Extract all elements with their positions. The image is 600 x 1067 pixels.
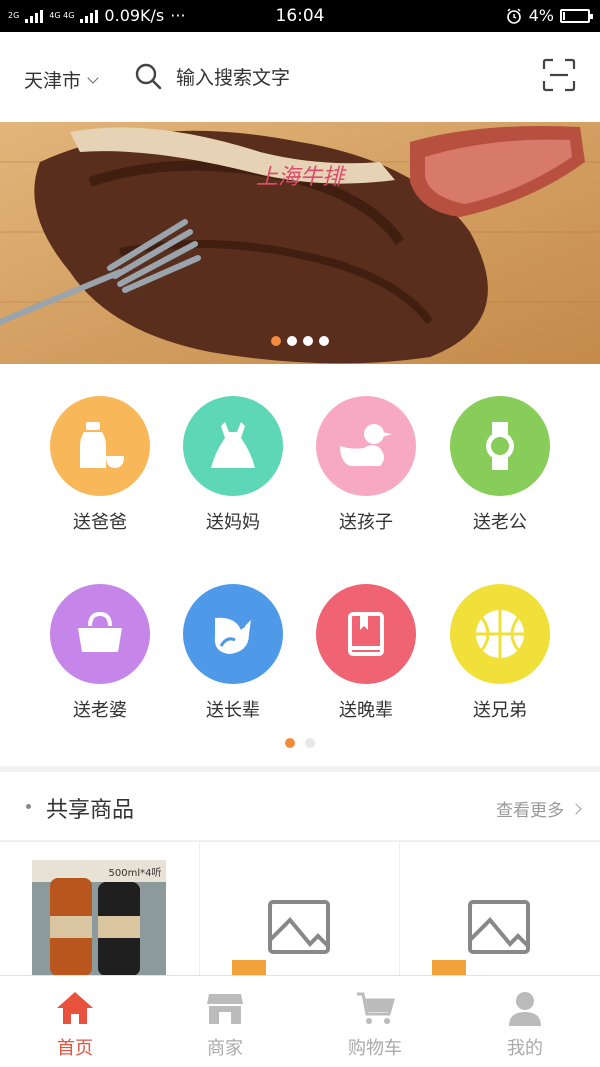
bottle-icon	[80, 422, 124, 468]
category-circle	[183, 396, 283, 496]
nav-label: 商家	[207, 1038, 243, 1059]
category-kid[interactable]: 送孩子	[299, 396, 433, 534]
view-more-label: 查看更多	[496, 801, 564, 821]
promo-banner[interactable]: 上海牛排	[0, 122, 600, 364]
category-brother[interactable]: 送兄弟	[433, 584, 567, 722]
category-page-dot[interactable]	[305, 738, 315, 748]
nav-shop[interactable]: 商家	[150, 976, 300, 1067]
nav-label: 首页	[57, 1038, 93, 1059]
nav-mine[interactable]: 我的	[450, 976, 600, 1067]
watch-icon	[486, 422, 514, 470]
category-label: 送孩子	[339, 512, 393, 533]
city-name: 天津市	[24, 70, 82, 92]
status-right: 4%	[505, 6, 593, 25]
product-card[interactable]: 500ml*4听	[0, 842, 200, 976]
category-label: 送晚辈	[339, 700, 393, 721]
chevron-down-icon	[87, 71, 99, 84]
product-tag	[432, 960, 466, 976]
category-circle	[316, 396, 416, 496]
category-circle	[50, 584, 150, 684]
banner-image: 上海牛排	[0, 122, 600, 364]
product-pack-label: 500ml*4听	[109, 867, 162, 879]
dress-icon	[211, 422, 255, 468]
home-icon	[57, 992, 93, 1024]
battery-percent: 4%	[528, 6, 554, 25]
category-grid: 送爸爸 送妈妈 送孩子 送老公 送老婆 送长辈 送晚辈 送兄弟	[0, 364, 600, 766]
user-icon	[509, 992, 541, 1026]
cart-icon	[357, 992, 395, 1024]
bird-icon	[214, 617, 251, 654]
city-selector[interactable]: 天津市	[24, 66, 99, 93]
section-title: 共享商品	[46, 798, 135, 823]
product-card[interactable]	[200, 842, 400, 976]
category-elder[interactable]: 送长辈	[166, 584, 300, 722]
top-header: 天津市 输入搜索文字	[0, 32, 600, 122]
nav-cart[interactable]: 购物车	[300, 976, 450, 1067]
bottom-nav: 首页 商家 购物车 我的	[0, 975, 600, 1067]
section-bullet	[26, 804, 31, 809]
nav-label: 我的	[507, 1038, 543, 1059]
category-pagination	[0, 738, 600, 748]
category-circle	[316, 584, 416, 684]
category-label: 送老婆	[73, 700, 127, 721]
category-label: 送妈妈	[206, 512, 260, 533]
category-page-dot[interactable]	[285, 738, 295, 748]
view-more-link[interactable]: 查看更多	[496, 796, 582, 821]
banner-dot[interactable]	[271, 336, 281, 346]
product-image: 500ml*4听	[32, 860, 166, 976]
nav-label: 购物车	[348, 1038, 402, 1059]
category-wife[interactable]: 送老婆	[33, 584, 167, 722]
category-label: 送老公	[473, 512, 527, 533]
book-icon	[348, 612, 384, 656]
shop-icon	[207, 994, 243, 1024]
banner-pagination	[0, 336, 600, 346]
banner-logo-text: 上海牛排	[256, 165, 347, 190]
search-bar[interactable]: 输入搜索文字	[134, 62, 290, 90]
product-tag	[232, 960, 266, 976]
basketball-icon	[476, 610, 524, 658]
alarm-icon	[506, 7, 521, 24]
duck-icon	[340, 424, 392, 466]
category-circle	[450, 396, 550, 496]
category-label: 送兄弟	[473, 700, 527, 721]
category-husband[interactable]: 送老公	[433, 396, 567, 534]
banner-dot[interactable]	[303, 336, 313, 346]
chevron-right-icon	[570, 802, 582, 815]
nav-home[interactable]: 首页	[0, 976, 150, 1067]
scan-icon[interactable]	[542, 58, 576, 92]
shared-goods-header: 共享商品 查看更多	[0, 772, 600, 840]
category-junior[interactable]: 送晚辈	[299, 584, 433, 722]
search-input[interactable]: 输入搜索文字	[176, 63, 290, 90]
category-label: 送长辈	[206, 700, 260, 721]
status-bar: 2G 4G 4G 0.09K/s ··· 16:04 4%	[0, 0, 600, 32]
category-circle	[183, 584, 283, 684]
category-dad[interactable]: 送爸爸	[33, 396, 167, 534]
banner-dot[interactable]	[287, 336, 297, 346]
category-label: 送爸爸	[73, 512, 127, 533]
image-placeholder-icon	[268, 900, 330, 954]
category-mom[interactable]: 送妈妈	[166, 396, 300, 534]
image-placeholder-icon	[468, 900, 530, 954]
search-icon	[135, 63, 162, 90]
handbag-icon	[78, 611, 122, 652]
product-list: 500ml*4听	[0, 841, 600, 976]
banner-dot[interactable]	[319, 336, 329, 346]
product-card[interactable]	[400, 842, 600, 976]
category-circle	[450, 584, 550, 684]
battery-icon	[560, 8, 593, 23]
category-circle	[50, 396, 150, 496]
